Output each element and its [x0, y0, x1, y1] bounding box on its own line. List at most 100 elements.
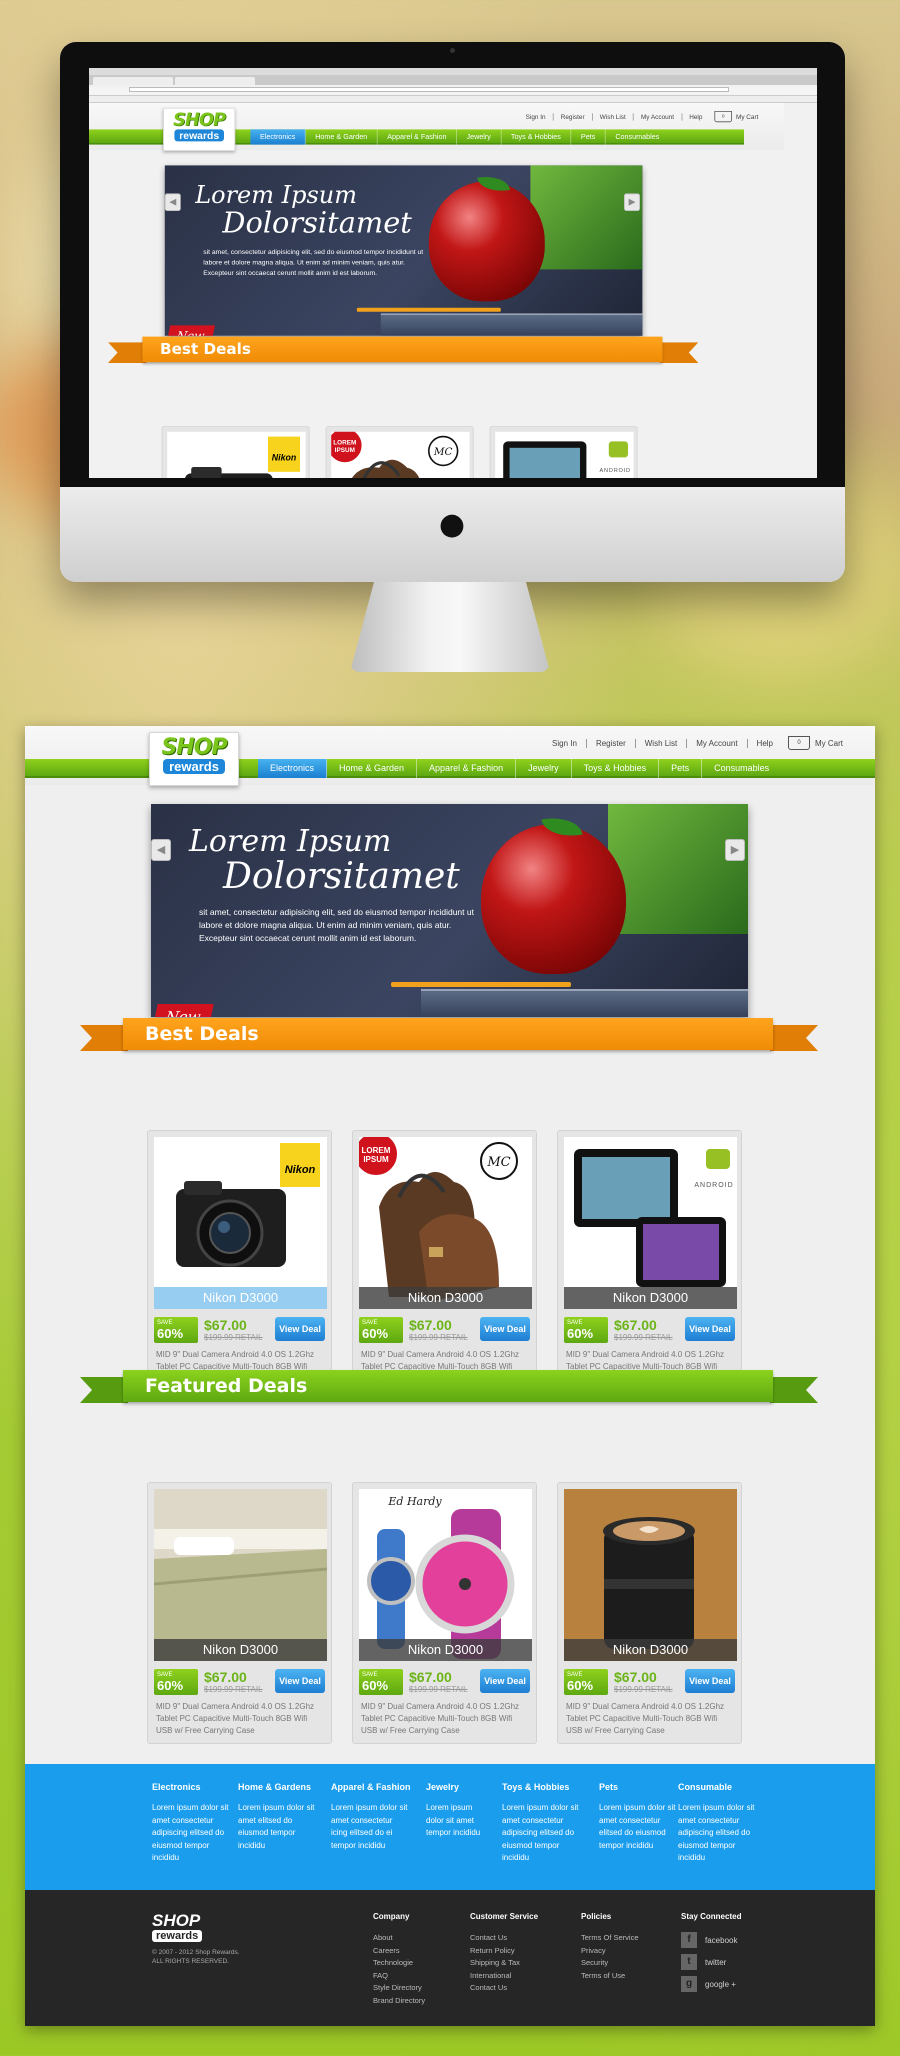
footer-link-brand-directory[interactable]: Brand Directory — [373, 1995, 425, 2008]
site-logo[interactable]: SHOP rewards — [163, 107, 236, 151]
footer-link-shipping[interactable]: Shipping & Tax — [470, 1957, 538, 1970]
nav-pets[interactable]: Pets — [659, 759, 703, 778]
deal-card[interactable]: MC LOREM IPSUM Nikon D3000 SAVE60% $67.0… — [325, 426, 474, 478]
footer-link-contact[interactable]: Contact Us — [470, 1932, 538, 1945]
site-header: SHOP rewards Sign In Register Wish List … — [89, 103, 784, 151]
nav-toys-hobbies[interactable]: Toys & Hobbies — [501, 129, 572, 145]
footer-link-faq[interactable]: FAQ — [373, 1970, 425, 1983]
footer-logo[interactable]: SHOP rewards © 2007 - 2012 Shop Rewards.… — [152, 1912, 247, 1966]
footer-link-terms-use[interactable]: Terms of Use — [581, 1970, 639, 1983]
site-logo[interactable]: SHOP rewards — [149, 732, 239, 786]
view-deal-button[interactable]: View Deal — [480, 1669, 530, 1693]
price-row: SAVE 60% $67.00 $199.99 RETAIL View Deal — [564, 1667, 735, 1697]
product-image[interactable]: Nikon D3000 — [564, 1489, 737, 1661]
footer-link-security[interactable]: Security — [581, 1957, 639, 1970]
sign-in-link[interactable]: Sign In — [543, 738, 587, 748]
facebook-link[interactable]: f facebook — [681, 1932, 741, 1948]
best-deals-heading: Best Deals — [123, 1018, 773, 1050]
slider-next-button[interactable]: ▶ — [725, 839, 745, 861]
product-image[interactable]: MC LOREM IPSUM Nikon D3000 — [359, 1137, 532, 1309]
cart-icon: 0 — [714, 111, 732, 123]
browser-address-bar[interactable] — [89, 87, 817, 96]
product-image[interactable]: Ed Hardy Nikon D3000 — [359, 1489, 532, 1661]
slider-prev-button[interactable]: ◀ — [151, 839, 171, 861]
nav-consumables[interactable]: Consumables — [606, 129, 669, 144]
footer-category-text: Lorem ipsum dolor sit amet consectetur a… — [678, 1803, 755, 1862]
product-image[interactable]: Nikon Nikon D3000 — [154, 1137, 327, 1309]
help-link[interactable]: Help — [682, 113, 710, 120]
product-description: MID 9" Dual Camera Android 4.0 OS 1.2Ghz… — [361, 1702, 520, 1735]
view-deal-button[interactable]: View Deal — [275, 1669, 325, 1693]
brand-android-text: ANDROID — [694, 1182, 733, 1189]
my-cart-button[interactable]: 0 My Cart — [788, 736, 843, 750]
wish-list-link[interactable]: Wish List — [636, 738, 688, 748]
product-image[interactable]: ANDROID Nikon D3000 — [495, 431, 634, 478]
my-account-link[interactable]: My Account — [687, 738, 748, 748]
deal-card[interactable]: Ed Hardy Nikon D3000 SAVE 60% $67.00 $199.… — [352, 1482, 537, 1744]
footer-social-title: Stay Connected — [681, 1912, 742, 1921]
footer-category-title[interactable]: Pets — [599, 1782, 679, 1792]
view-deal-button[interactable]: View Deal — [685, 1317, 735, 1341]
footer-category-title[interactable]: Apparel & Fashion — [331, 1782, 411, 1792]
nav-apparel-fashion[interactable]: Apparel & Fashion — [417, 759, 517, 778]
google-plus-link[interactable]: g google + — [681, 1976, 741, 1992]
help-link[interactable]: Help — [748, 739, 782, 748]
deal-card[interactable]: MC LOREM IPSUM Nikon D3000 SAVE60% $67.0… — [352, 1130, 537, 1392]
footer-link-careers[interactable]: Careers — [373, 1945, 425, 1958]
nav-apparel-fashion[interactable]: Apparel & Fashion — [378, 129, 457, 145]
twitter-link[interactable]: t twitter — [681, 1954, 741, 1970]
footer-category-title[interactable]: Consumable — [678, 1782, 758, 1792]
slider-next-button[interactable]: ▶ — [624, 193, 640, 211]
product-image[interactable]: ANDROID Nikon D3000 — [564, 1137, 737, 1309]
footer-link-style-directory[interactable]: Style Directory — [373, 1982, 425, 1995]
nav-home-garden[interactable]: Home & Garden — [327, 759, 418, 778]
footer-link-technologie[interactable]: Technologie — [373, 1957, 425, 1970]
footer-link-about[interactable]: About — [373, 1932, 425, 1945]
browser-tab[interactable] — [93, 77, 173, 85]
footer-link-international[interactable]: International — [470, 1970, 538, 1983]
deal-card[interactable]: ANDROID Nikon D3000 SAVE60% $67.00$199.9… — [557, 1130, 742, 1392]
nav-electronics[interactable]: Electronics — [250, 129, 306, 145]
footer-category-text: Lorem ipsum dolor sit amet consectetur e… — [599, 1803, 676, 1850]
retail-price: $199.99 RETAIL — [614, 1684, 673, 1694]
deal-card[interactable]: ANDROID Nikon D3000 SAVE60% $67.00$199.9… — [489, 426, 638, 478]
slider-prev-button[interactable]: ◀ — [164, 193, 181, 211]
footer-link-contact-2[interactable]: Contact Us — [470, 1982, 538, 1995]
footer-link-return-policy[interactable]: Return Policy — [470, 1945, 538, 1958]
deal-card[interactable]: Nikon D3000 SAVE 60% $67.00 $199.99 RETAIL… — [557, 1482, 742, 1744]
nav-jewelry[interactable]: Jewelry — [457, 129, 502, 145]
save-badge: SAVE 60% — [154, 1317, 198, 1343]
view-deal-button[interactable]: View Deal — [275, 1317, 325, 1341]
footer-link-terms-service[interactable]: Terms Of Service — [581, 1932, 639, 1945]
deal-card[interactable]: Nikon Nikon D3000 SAVE60% $67.00$199.99 … — [147, 1130, 332, 1392]
footer-category-pets: Pets Lorem ipsum dolor sit amet consectet… — [599, 1782, 679, 1852]
footer-customer-service: Customer Service Contact Us Return Polic… — [470, 1912, 538, 1995]
footer-category-title[interactable]: Electronics — [152, 1782, 232, 1792]
browser-tab[interactable] — [175, 77, 255, 85]
cart-count: 0 — [721, 114, 725, 119]
best-deals-ribbon-tail-right — [660, 342, 699, 363]
register-link[interactable]: Register — [587, 738, 636, 748]
nav-jewelry[interactable]: Jewelry — [516, 759, 572, 778]
nav-electronics[interactable]: Electronics — [258, 759, 328, 778]
my-cart-button[interactable]: 0 My Cart — [714, 111, 758, 123]
view-deal-button[interactable]: View Deal — [685, 1669, 735, 1693]
product-image[interactable]: Nikon D3000 — [154, 1489, 327, 1661]
sign-in-link[interactable]: Sign In — [518, 113, 554, 121]
register-link[interactable]: Register — [554, 113, 593, 121]
view-deal-button[interactable]: View Deal — [480, 1317, 530, 1341]
deal-card[interactable]: Nikon Nikon D3000 SAVE60% $67.00$199.99 … — [161, 426, 310, 478]
my-account-link[interactable]: My Account — [634, 113, 683, 121]
nav-toys-hobbies[interactable]: Toys & Hobbies — [572, 759, 660, 778]
wish-list-link[interactable]: Wish List — [593, 113, 634, 121]
footer-category-title[interactable]: Toys & Hobbies — [502, 1782, 587, 1792]
nav-pets[interactable]: Pets — [571, 129, 606, 145]
footer-category-title[interactable]: Home & Gardens — [238, 1782, 318, 1792]
product-image[interactable]: Nikon Nikon D3000 — [167, 431, 306, 478]
product-image[interactable]: MC LOREM IPSUM Nikon D3000 — [331, 431, 470, 478]
nav-consumables[interactable]: Consumables — [702, 759, 781, 778]
deal-card[interactable]: Nikon D3000 SAVE 60% $67.00 $199.99 RETAIL… — [147, 1482, 332, 1744]
footer-category-title[interactable]: Jewelry — [426, 1782, 486, 1792]
footer-link-privacy[interactable]: Privacy — [581, 1945, 639, 1958]
nav-home-garden[interactable]: Home & Garden — [306, 129, 378, 145]
